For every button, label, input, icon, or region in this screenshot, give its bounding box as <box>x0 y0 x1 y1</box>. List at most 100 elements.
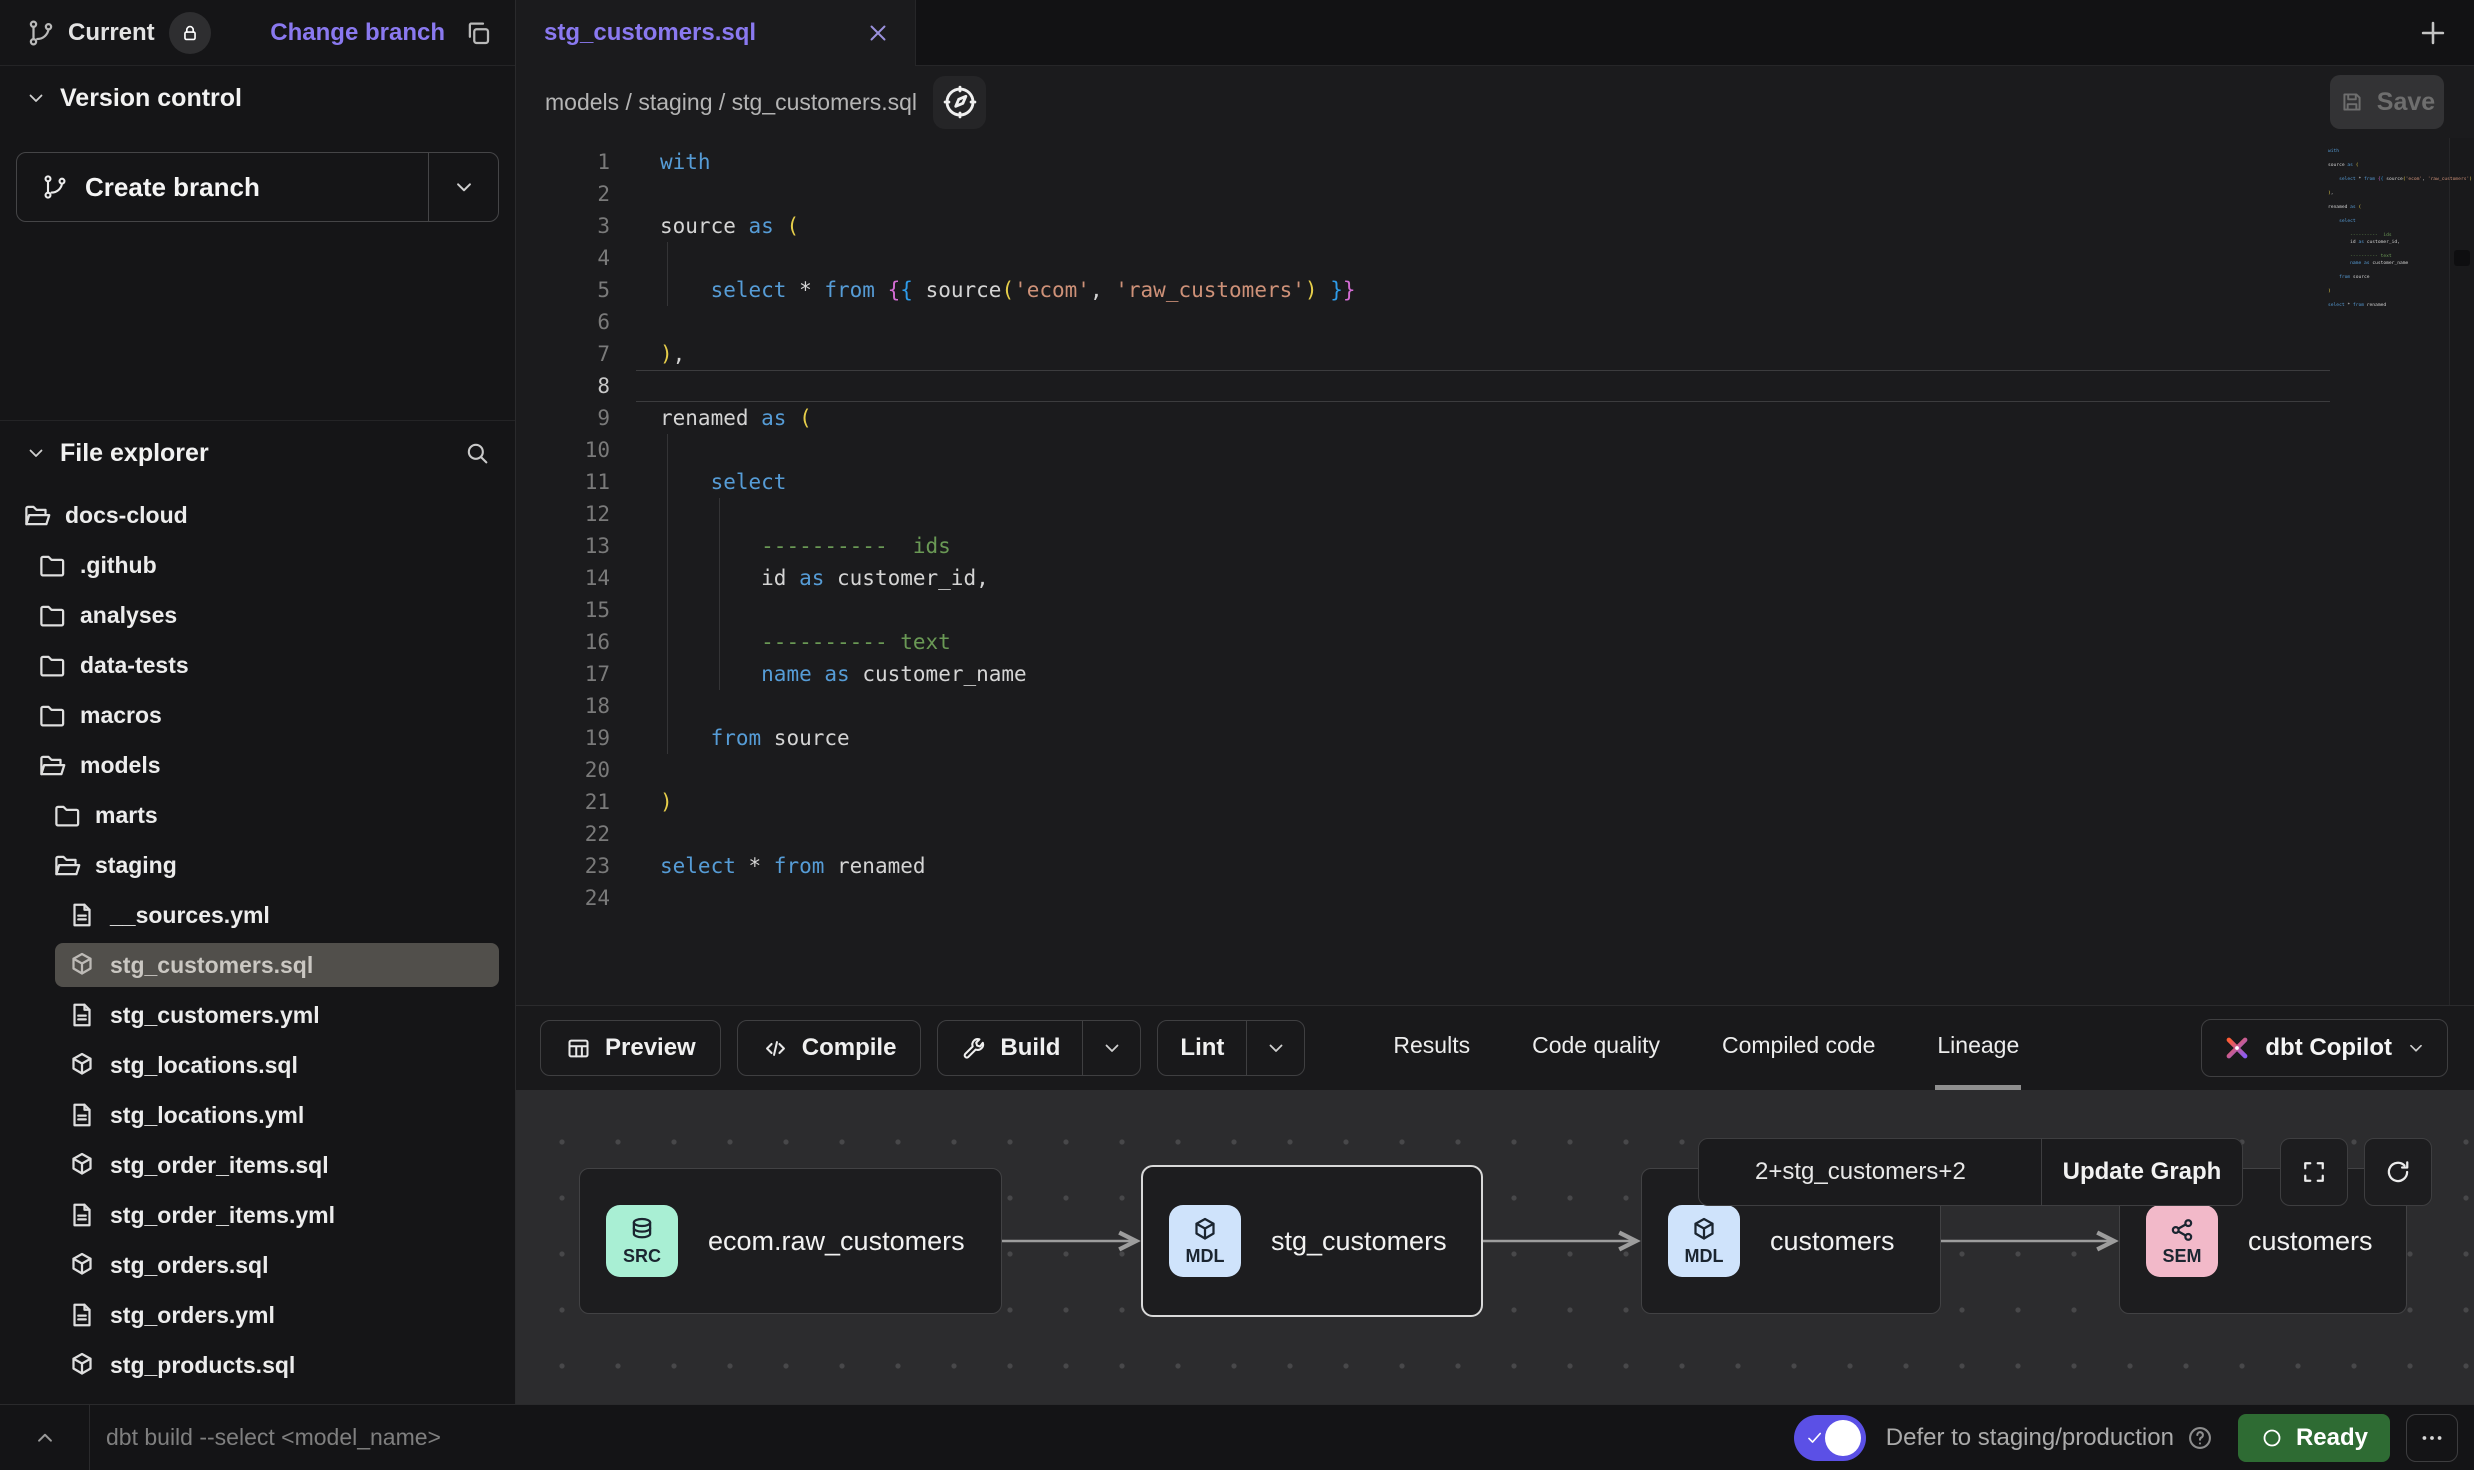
line-number[interactable]: 21 <box>516 786 636 818</box>
line-number[interactable]: 9 <box>516 402 636 434</box>
code-line[interactable] <box>636 754 2474 786</box>
file-explorer-header[interactable]: File explorer <box>0 421 515 485</box>
copy-icon[interactable] <box>463 18 493 48</box>
line-number[interactable]: 14 <box>516 562 636 594</box>
tree-item[interactable]: models <box>0 743 515 787</box>
tree-item[interactable]: stg_order_items.yml <box>0 1193 515 1237</box>
line-number[interactable]: 5 <box>516 274 636 306</box>
version-control-header[interactable]: Version control <box>0 66 515 130</box>
tree-item[interactable]: stg_locations.sql <box>0 1043 515 1087</box>
code-line[interactable]: ---------- ids <box>636 530 2474 562</box>
build-button[interactable]: Build <box>938 1021 1082 1075</box>
tree-item[interactable]: docs-cloud <box>0 493 515 537</box>
code-line[interactable]: ) <box>636 786 2474 818</box>
tree-item[interactable]: stg_orders.yml <box>0 1293 515 1337</box>
update-graph-button[interactable]: Update Graph <box>2042 1139 2242 1205</box>
fullscreen-button[interactable] <box>2280 1138 2348 1206</box>
line-number[interactable]: 6 <box>516 306 636 338</box>
tab-lineage[interactable]: Lineage <box>1935 1006 2021 1090</box>
chevron-down-icon[interactable] <box>24 86 48 110</box>
line-number[interactable]: 8 <box>516 370 636 402</box>
code-line[interactable]: ), <box>636 338 2474 370</box>
code-line[interactable] <box>636 370 2330 402</box>
more-options-button[interactable] <box>2406 1414 2458 1462</box>
command-input[interactable]: dbt build --select <model_name> <box>106 1424 1794 1451</box>
code-line[interactable]: with <box>636 146 2474 178</box>
new-tab-icon[interactable] <box>2416 16 2450 50</box>
change-branch-link[interactable]: Change branch <box>270 19 445 47</box>
tab-code-quality[interactable]: Code quality <box>1530 1006 1662 1090</box>
line-number[interactable]: 7 <box>516 338 636 370</box>
code-line[interactable]: select * from {{ source('ecom', 'raw_cus… <box>636 274 2474 306</box>
code-line[interactable] <box>636 594 2474 626</box>
tree-item[interactable]: stg_locations.yml <box>0 1093 515 1137</box>
line-number[interactable]: 10 <box>516 434 636 466</box>
create-branch-dropdown[interactable] <box>428 153 498 221</box>
lineage-selector-input[interactable]: 2+stg_customers+2 <box>1699 1139 2042 1205</box>
code-line[interactable]: source as ( <box>636 210 2474 242</box>
line-number[interactable]: 24 <box>516 882 636 914</box>
close-icon[interactable] <box>865 20 891 46</box>
line-number[interactable]: 13 <box>516 530 636 562</box>
code-line[interactable] <box>636 178 2474 210</box>
code-line[interactable]: name as customer_name <box>636 658 2474 690</box>
defer-toggle[interactable] <box>1794 1415 1866 1461</box>
tree-item[interactable]: marts <box>0 793 515 837</box>
line-number[interactable]: 11 <box>516 466 636 498</box>
tree-item[interactable]: stg_orders.sql <box>0 1243 515 1287</box>
code-area[interactable]: with source as ( select * from {{ source(… <box>636 138 2474 1005</box>
code-line[interactable] <box>636 434 2474 466</box>
code-line[interactable] <box>636 818 2474 850</box>
code-editor[interactable]: 123456789101112131415161718192021222324 … <box>516 138 2474 1005</box>
lint-button[interactable]: Lint <box>1158 1021 1246 1075</box>
tree-item[interactable]: __sources.yml <box>0 893 515 937</box>
line-number[interactable]: 17 <box>516 658 636 690</box>
code-line[interactable]: from source <box>636 722 2474 754</box>
tree-item[interactable]: stg_order_items.sql <box>0 1143 515 1187</box>
line-number[interactable]: 12 <box>516 498 636 530</box>
tab-stg-customers-sql[interactable]: stg_customers.sql <box>516 0 916 66</box>
line-number[interactable]: 22 <box>516 818 636 850</box>
code-line[interactable]: select * from renamed <box>636 850 2474 882</box>
minimap[interactable]: withsource as ( select * from {{ source(… <box>2328 148 2448 316</box>
tree-item[interactable]: staging <box>0 843 515 887</box>
line-number[interactable]: 23 <box>516 850 636 882</box>
create-branch-button[interactable]: Create branch <box>17 153 428 221</box>
refresh-graph-button[interactable] <box>2364 1138 2432 1206</box>
code-line[interactable]: renamed as ( <box>636 402 2474 434</box>
line-number[interactable]: 4 <box>516 242 636 274</box>
line-number[interactable]: 1 <box>516 146 636 178</box>
code-line[interactable] <box>636 498 2474 530</box>
tab-results[interactable]: Results <box>1391 1006 1472 1090</box>
tree-item[interactable]: macros <box>0 693 515 737</box>
tree-item[interactable]: stg_products.sql <box>0 1343 515 1387</box>
code-line[interactable]: ---------- text <box>636 626 2474 658</box>
tab-compiled-code[interactable]: Compiled code <box>1720 1006 1877 1090</box>
code-line[interactable] <box>636 242 2474 274</box>
line-number[interactable]: 16 <box>516 626 636 658</box>
help-icon[interactable] <box>2186 1424 2214 1452</box>
tree-item[interactable]: data-tests <box>0 643 515 687</box>
dbt-copilot-button[interactable]: dbt Copilot <box>2201 1019 2448 1077</box>
lineage-node-stg_customers[interactable]: MDLstg_customers <box>1141 1165 1483 1317</box>
file-health-button[interactable] <box>933 76 986 129</box>
tree-item[interactable]: stg_customers.sql <box>0 943 515 987</box>
compile-button[interactable]: Compile <box>737 1020 922 1076</box>
chevron-down-icon[interactable] <box>24 441 48 465</box>
lineage-panel[interactable]: SRCecom.raw_customersMDLstg_customersMDL… <box>516 1090 2474 1404</box>
search-icon[interactable] <box>463 439 491 467</box>
line-number[interactable]: 2 <box>516 178 636 210</box>
line-number[interactable]: 18 <box>516 690 636 722</box>
line-number[interactable]: 3 <box>516 210 636 242</box>
tree-item[interactable]: stg_customers.yml <box>0 993 515 1037</box>
tree-item[interactable]: analyses <box>0 593 515 637</box>
code-line[interactable]: id as customer_id, <box>636 562 2474 594</box>
ide-status-button[interactable]: Ready <box>2238 1414 2390 1462</box>
tree-item[interactable]: .github <box>0 543 515 587</box>
code-line[interactable]: select <box>636 466 2474 498</box>
expand-command-bar[interactable] <box>0 1405 90 1470</box>
line-number[interactable]: 20 <box>516 754 636 786</box>
line-number[interactable]: 15 <box>516 594 636 626</box>
preview-button[interactable]: Preview <box>540 1020 721 1076</box>
lineage-node-ecom-raw_customers[interactable]: SRCecom.raw_customers <box>579 1168 1002 1314</box>
